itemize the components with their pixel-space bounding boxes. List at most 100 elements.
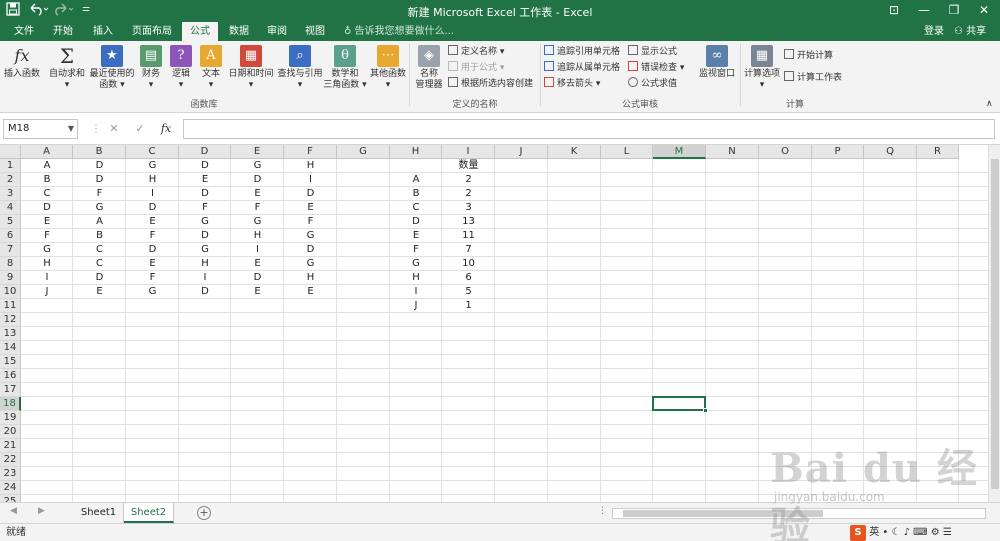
row-header-1[interactable]: 1	[0, 159, 21, 173]
cell-H10[interactable]: I	[390, 285, 442, 299]
cell-I5[interactable]: 13	[442, 215, 495, 229]
financial-button[interactable]: ▤ 财务 ▾	[138, 45, 164, 91]
insert-function-button[interactable]: fx 插入函数	[2, 45, 42, 80]
spreadsheet-grid[interactable]: A B C D E F G H I J K L M N O P Q R 1 2 3 4 5 6 7 8 9 10 11 12 13 14 15 1…	[0, 145, 1000, 502]
row-header-11[interactable]: 11	[0, 299, 21, 313]
cell-E1[interactable]: G	[231, 159, 284, 173]
cell-I4[interactable]: 3	[442, 201, 495, 215]
watch-window-button[interactable]: ∞ 监视窗口	[696, 45, 738, 80]
column-header-c[interactable]: C	[126, 145, 179, 159]
cell-E8[interactable]: E	[231, 257, 284, 271]
cell-D4[interactable]: F	[179, 201, 231, 215]
cell-A6[interactable]: F	[21, 229, 73, 243]
selected-cell-outline[interactable]	[652, 396, 708, 413]
row-header-19[interactable]: 19	[0, 411, 21, 425]
define-name-button[interactable]: 定义名称 ▾	[448, 45, 504, 59]
row-header-13[interactable]: 13	[0, 327, 21, 341]
minimize-button[interactable]: —	[910, 1, 938, 19]
tab-split-handle-icon[interactable]: ⋮	[598, 506, 607, 516]
cell-F2[interactable]: I	[284, 173, 337, 187]
row-header-15[interactable]: 15	[0, 355, 21, 369]
row-header-20[interactable]: 20	[0, 425, 21, 439]
horizontal-scrollbar[interactable]	[612, 508, 986, 519]
calculate-now-button[interactable]: 开始计算	[784, 49, 833, 63]
evaluate-formula-button[interactable]: 公式求值	[628, 77, 677, 91]
row-header-23[interactable]: 23	[0, 467, 21, 481]
cell-C8[interactable]: E	[126, 257, 179, 271]
row-header-18[interactable]: 18	[0, 397, 21, 411]
cell-B1[interactable]: D	[73, 159, 126, 173]
row-header-24[interactable]: 24	[0, 481, 21, 495]
cell-F9[interactable]: H	[284, 271, 337, 285]
cell-C9[interactable]: F	[126, 271, 179, 285]
cell-F1[interactable]: H	[284, 159, 337, 173]
cell-A9[interactable]: I	[21, 271, 73, 285]
cell-C1[interactable]: G	[126, 159, 179, 173]
cell-E5[interactable]: G	[231, 215, 284, 229]
cell-A3[interactable]: C	[21, 187, 73, 201]
column-header-p[interactable]: P	[812, 145, 864, 159]
cell-I9[interactable]: 6	[442, 271, 495, 285]
formula-bar-splitter-icon[interactable]: ⋮	[86, 119, 106, 139]
tell-me-box[interactable]: ♁ 告诉我您想要做什么...	[344, 22, 454, 41]
cell-A7[interactable]: G	[21, 243, 73, 257]
column-header-m[interactable]: M	[653, 145, 706, 159]
row-header-16[interactable]: 16	[0, 369, 21, 383]
column-header-k[interactable]: K	[548, 145, 601, 159]
ime-toolbar[interactable]: S 英 • ☾ ♪ ⌨ ⚙ ☰	[850, 525, 952, 541]
cell-C3[interactable]: I	[126, 187, 179, 201]
cell-D9[interactable]: I	[179, 271, 231, 285]
row-header-14[interactable]: 14	[0, 341, 21, 355]
restore-button[interactable]: ❐	[940, 1, 968, 19]
column-header-j[interactable]: J	[495, 145, 548, 159]
tab-file[interactable]: 文件	[8, 22, 40, 41]
row-header-6[interactable]: 6	[0, 229, 21, 243]
column-header-q[interactable]: Q	[864, 145, 917, 159]
cell-H4[interactable]: C	[390, 201, 442, 215]
row-header-21[interactable]: 21	[0, 439, 21, 453]
row-header-22[interactable]: 22	[0, 453, 21, 467]
prev-sheet-icon[interactable]: ◀	[10, 506, 17, 516]
cell-A8[interactable]: H	[21, 257, 73, 271]
close-button[interactable]: ✕	[970, 1, 998, 19]
calculation-options-button[interactable]: ▦ 计算选项 ▾	[742, 45, 782, 91]
cell-F6[interactable]: G	[284, 229, 337, 243]
cell-E9[interactable]: D	[231, 271, 284, 285]
cell-I1[interactable]: 数量	[442, 159, 495, 173]
cell-D10[interactable]: D	[179, 285, 231, 299]
fill-handle[interactable]	[703, 408, 708, 413]
next-sheet-icon[interactable]: ▶	[38, 506, 45, 516]
login-link[interactable]: 登录	[924, 22, 944, 41]
cell-I3[interactable]: 2	[442, 187, 495, 201]
cell-B9[interactable]: D	[73, 271, 126, 285]
cell-F3[interactable]: D	[284, 187, 337, 201]
cell-B2[interactable]: D	[73, 173, 126, 187]
row-header-4[interactable]: 4	[0, 201, 21, 215]
row-header-7[interactable]: 7	[0, 243, 21, 257]
column-header-f[interactable]: F	[284, 145, 337, 159]
show-formulas-button[interactable]: 显示公式	[628, 45, 677, 59]
trace-precedents-button[interactable]: 追踪引用单元格	[544, 45, 620, 59]
cell-C5[interactable]: E	[126, 215, 179, 229]
cell-B5[interactable]: A	[73, 215, 126, 229]
cell-E10[interactable]: E	[231, 285, 284, 299]
cell-I10[interactable]: 5	[442, 285, 495, 299]
logical-button[interactable]: ? 逻辑 ▾	[168, 45, 194, 91]
sheet-tab-sheet1[interactable]: Sheet1	[74, 503, 124, 523]
cell-I7[interactable]: 7	[442, 243, 495, 257]
cell-B3[interactable]: F	[73, 187, 126, 201]
name-manager-button[interactable]: ◈ 名称 管理器	[412, 45, 446, 91]
cell-F8[interactable]: G	[284, 257, 337, 271]
cell-E4[interactable]: F	[231, 201, 284, 215]
column-header-h[interactable]: H	[390, 145, 442, 159]
column-header-b[interactable]: B	[73, 145, 126, 159]
cell-C4[interactable]: D	[126, 201, 179, 215]
autosum-button[interactable]: Σ 自动求和 ▾	[46, 45, 88, 91]
error-checking-button[interactable]: 错误检查 ▾	[628, 61, 684, 75]
enter-icon[interactable]: ✓	[130, 119, 150, 139]
cell-H7[interactable]: F	[390, 243, 442, 257]
column-header-o[interactable]: O	[759, 145, 812, 159]
cell-D7[interactable]: G	[179, 243, 231, 257]
cell-B4[interactable]: G	[73, 201, 126, 215]
cell-D8[interactable]: H	[179, 257, 231, 271]
